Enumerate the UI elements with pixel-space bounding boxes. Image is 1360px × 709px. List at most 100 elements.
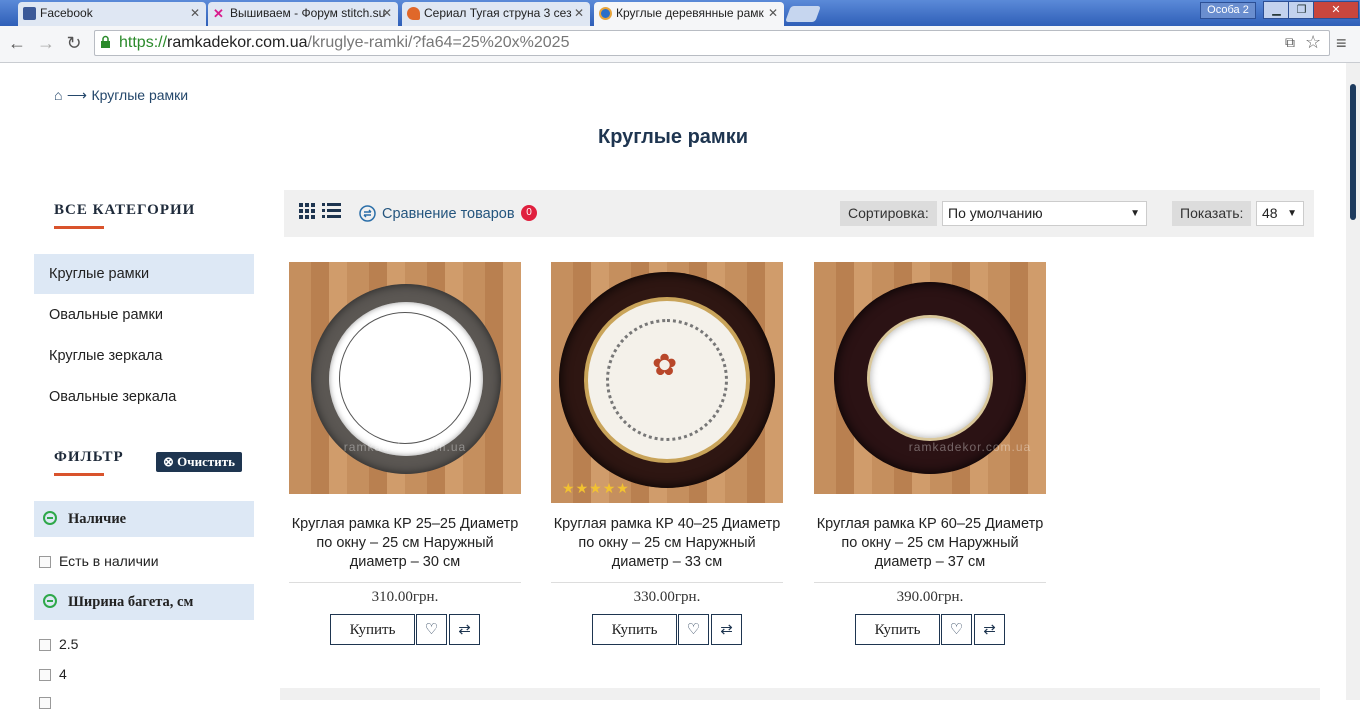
- site-favicon-icon: [599, 7, 612, 20]
- list-view-icon[interactable]: [322, 203, 341, 224]
- home-icon[interactable]: ⌂: [54, 87, 62, 103]
- wishlist-heart-icon[interactable]: ♡: [678, 614, 709, 645]
- profile-button[interactable]: Особа 2: [1200, 2, 1256, 19]
- product-card: ✿ ★★★★★ Круглая рамка КР 40–25 Диаметр п…: [551, 262, 783, 654]
- wishlist-heart-icon[interactable]: ♡: [941, 614, 972, 645]
- compare-icon[interactable]: [359, 205, 376, 227]
- sort-select[interactable]: По умолчанию ▼: [942, 201, 1147, 226]
- frame-inner-line: [339, 312, 471, 444]
- wishlist-heart-icon[interactable]: ♡: [416, 614, 447, 645]
- divider: [814, 582, 1046, 583]
- sidebar-item-oval-frames[interactable]: Овальные рамки: [34, 295, 254, 335]
- compare-count-badge: 0: [521, 205, 537, 221]
- page-title: Круглые рамки: [597, 126, 749, 148]
- product-image[interactable]: ramkadekor.com.ua: [289, 262, 521, 494]
- checkbox-label: 2.5: [59, 636, 79, 652]
- divider: [551, 582, 783, 583]
- checkbox-width-4[interactable]: [39, 669, 51, 681]
- tab-title: Круглые деревянные рамк: [616, 6, 764, 20]
- stitch-icon: ✕: [213, 6, 224, 21]
- product-price: 390.00грн.: [896, 589, 964, 605]
- rating-stars: ★★★★★: [562, 480, 630, 497]
- fire-icon: [407, 7, 420, 20]
- tab-ramkadekor[interactable]: Круглые деревянные рамк ✕: [594, 2, 784, 26]
- compare-products-link[interactable]: Сравнение товаров: [382, 206, 515, 222]
- listing-toolbar: Сравнение товаров 0 Сортировка: По умолч…: [284, 190, 1314, 237]
- collapse-icon: [43, 594, 57, 608]
- compare-icon[interactable]: ⇄: [449, 614, 480, 645]
- filter-group-availability[interactable]: Наличие: [34, 501, 254, 537]
- close-icon[interactable]: ✕: [382, 6, 392, 20]
- tab-facebook[interactable]: Facebook ✕: [18, 2, 206, 26]
- clear-label: Очистить: [177, 454, 235, 469]
- close-icon[interactable]: ✕: [190, 6, 200, 20]
- frame-window: [870, 318, 990, 438]
- checkbox-more[interactable]: [39, 697, 51, 709]
- tab-stitch[interactable]: ✕ Вышиваем - Форум stitch.su ✕: [208, 2, 398, 26]
- checkbox-width-2-5[interactable]: [39, 639, 51, 651]
- product-card: ramkadekor.com.ua Круглая рамка КР 60–25…: [814, 262, 1046, 654]
- sidebar-item-oval-mirrors[interactable]: Овальные зеркала: [34, 377, 254, 417]
- grid-view-icon[interactable]: [299, 203, 315, 224]
- buy-button[interactable]: Купить: [592, 614, 677, 645]
- translate-icon[interactable]: ⧉: [1285, 34, 1295, 51]
- sort-label: Сортировка:: [840, 201, 937, 226]
- page-title-wrap: Круглые рамки: [0, 126, 1346, 149]
- reload-icon[interactable]: ↻: [63, 32, 85, 54]
- watermark: ramkadekor.com.ua: [343, 440, 467, 454]
- checkbox-in-stock[interactable]: [39, 556, 51, 568]
- product-image[interactable]: ramkadekor.com.ua: [814, 262, 1046, 494]
- breadcrumb-current[interactable]: Круглые рамки: [91, 87, 188, 103]
- close-circle-icon: ⊗: [163, 454, 174, 469]
- maximize-icon[interactable]: ❐: [1288, 1, 1315, 19]
- tab-serial[interactable]: Сериал Тугая струна 3 сез ✕: [402, 2, 590, 26]
- back-icon[interactable]: ←: [6, 32, 28, 54]
- product-price: 310.00грн.: [371, 589, 439, 605]
- new-tab-button[interactable]: [785, 6, 821, 22]
- address-bar[interactable]: https://ramkadekor.com.ua/kruglye-ramki/…: [94, 30, 1330, 56]
- scrollbar-thumb[interactable]: [1350, 84, 1356, 220]
- product-price: 330.00грн.: [633, 589, 701, 605]
- tab-title: Сериал Тугая струна 3 сез: [424, 6, 572, 20]
- chevron-down-icon: ▼: [1287, 208, 1297, 219]
- buy-button[interactable]: Купить: [855, 614, 940, 645]
- minimize-icon[interactable]: ▁: [1263, 1, 1290, 19]
- checkbox-label: Есть в наличии: [59, 553, 159, 569]
- sidebar-item-round-frames[interactable]: Круглые рамки: [34, 254, 254, 294]
- tab-strip: Facebook ✕ ✕ Вышиваем - Форум stitch.su …: [0, 0, 1360, 26]
- product-title[interactable]: Круглая рамка КР 25–25 Диаметр по окну –…: [289, 515, 521, 572]
- show-label: Показать:: [1172, 201, 1252, 226]
- product-card: ramkadekor.com.ua Круглая рамка КР 25–25…: [289, 262, 521, 654]
- product-title[interactable]: Круглая рамка КР 40–25 Диаметр по окну –…: [551, 515, 783, 572]
- filter-heading: ФИЛЬТР: [54, 449, 124, 465]
- watermark: ramkadekor.com.ua: [908, 440, 1032, 454]
- close-icon[interactable]: ✕: [768, 6, 778, 20]
- compare-icon[interactable]: ⇄: [974, 614, 1005, 645]
- star-icon: ★: [616, 480, 630, 496]
- product-title[interactable]: Круглая рамка КР 60–25 Диаметр по окну –…: [814, 515, 1046, 572]
- per-page-select[interactable]: 48 ▼: [1256, 201, 1304, 226]
- lock-icon: [100, 35, 111, 49]
- heading-underline: [54, 473, 104, 476]
- tab-title: Facebook: [40, 6, 93, 20]
- close-window-icon[interactable]: ✕: [1313, 1, 1359, 19]
- heading-underline: [54, 226, 104, 229]
- collapse-icon: [43, 511, 57, 525]
- menu-icon[interactable]: ≡: [1336, 34, 1347, 52]
- filter-group-width[interactable]: Ширина багета, см: [34, 584, 254, 620]
- forward-icon[interactable]: →: [35, 32, 57, 54]
- compare-icon[interactable]: ⇄: [711, 614, 742, 645]
- star-icon: ★: [562, 480, 576, 496]
- flower-ornament: ✿: [652, 349, 678, 382]
- close-icon[interactable]: ✕: [574, 6, 584, 20]
- url-text: https://ramkadekor.com.ua/kruglye-ramki/…: [119, 34, 570, 51]
- bookmark-star-icon[interactable]: ☆: [1305, 32, 1321, 53]
- buy-button[interactable]: Купить: [330, 614, 415, 645]
- sidebar-item-round-mirrors[interactable]: Круглые зеркала: [34, 336, 254, 376]
- clear-filter-button[interactable]: ⊗ Очистить: [156, 452, 242, 472]
- star-icon: ★: [602, 480, 617, 496]
- product-image[interactable]: ✿ ★★★★★: [551, 262, 783, 503]
- divider: [289, 582, 521, 583]
- breadcrumb: ⌂ ⟶ Круглые рамки: [54, 87, 188, 105]
- facebook-icon: [23, 7, 36, 20]
